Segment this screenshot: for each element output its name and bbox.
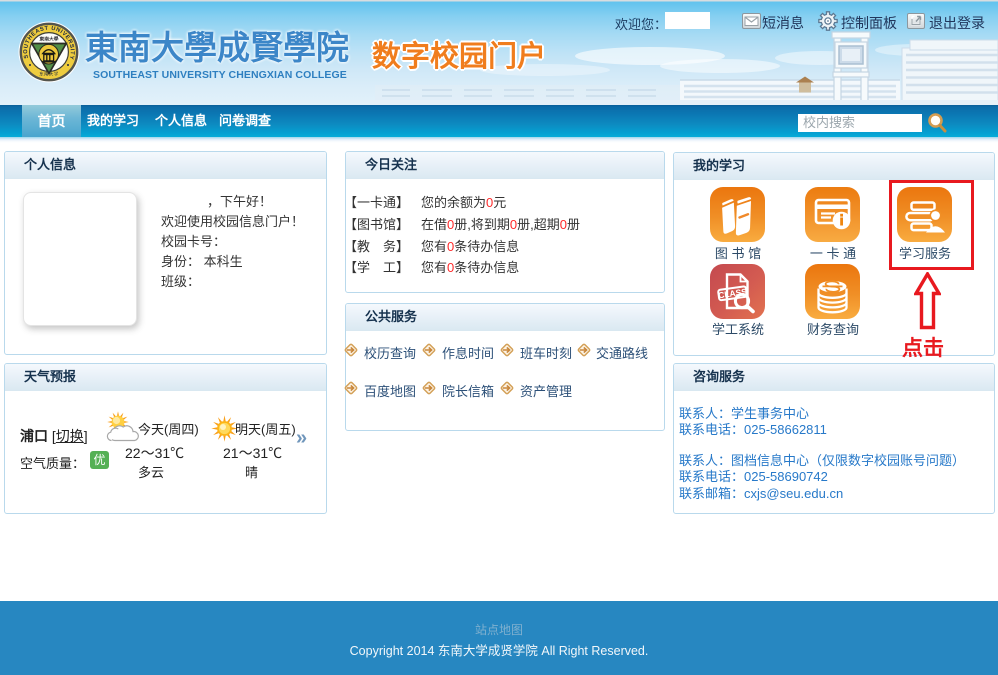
svg-text:東南大學: 東南大學 xyxy=(39,36,58,43)
